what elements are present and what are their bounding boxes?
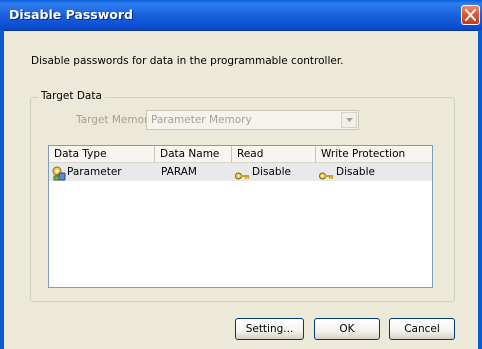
- table-row[interactable]: Parameter PARAM Disable Disable: [49, 163, 432, 181]
- setting-button[interactable]: Setting...: [235, 318, 304, 340]
- window-frame-left: [0, 30, 4, 349]
- column-header-read-protection[interactable]: Read Protection: [232, 146, 316, 176]
- data-list[interactable]: Data Type Data Name Read Protection Writ…: [48, 145, 433, 288]
- target-memory-dropdown-button: [341, 112, 357, 128]
- close-icon: [465, 9, 476, 21]
- window-frame-right: [478, 30, 482, 349]
- close-button[interactable]: [461, 5, 480, 25]
- parameter-icon: [52, 166, 66, 181]
- target-memory-label: Target Memory: [76, 114, 155, 126]
- dialog-description: Disable passwords for data in the progra…: [31, 55, 344, 67]
- read-protection-cell: Disable: [252, 166, 291, 178]
- column-header-write-protection[interactable]: Write Protection: [316, 146, 432, 162]
- dialog-title: Disable Password: [9, 7, 133, 22]
- ok-button[interactable]: OK: [314, 318, 380, 340]
- target-memory-select: Parameter Memory: [146, 110, 359, 130]
- key-icon: [235, 172, 249, 180]
- target-data-legend: Target Data: [38, 90, 105, 102]
- disable-password-dialog: Disable Password Disable passwords for d…: [0, 0, 482, 349]
- key-icon: [319, 172, 333, 180]
- title-bar[interactable]: Disable Password: [0, 0, 482, 31]
- data-name-cell: PARAM: [161, 166, 197, 178]
- column-header-data-type[interactable]: Data Type: [49, 146, 155, 162]
- chevron-down-icon: [346, 118, 353, 122]
- data-type-cell: Parameter: [67, 166, 122, 178]
- column-header-data-name[interactable]: Data Name: [155, 146, 232, 162]
- cancel-button[interactable]: Cancel: [389, 318, 455, 340]
- target-memory-value: Parameter Memory: [151, 114, 252, 126]
- write-protection-cell: Disable: [336, 166, 375, 178]
- list-header: Data Type Data Name Read Protection Writ…: [49, 146, 432, 176]
